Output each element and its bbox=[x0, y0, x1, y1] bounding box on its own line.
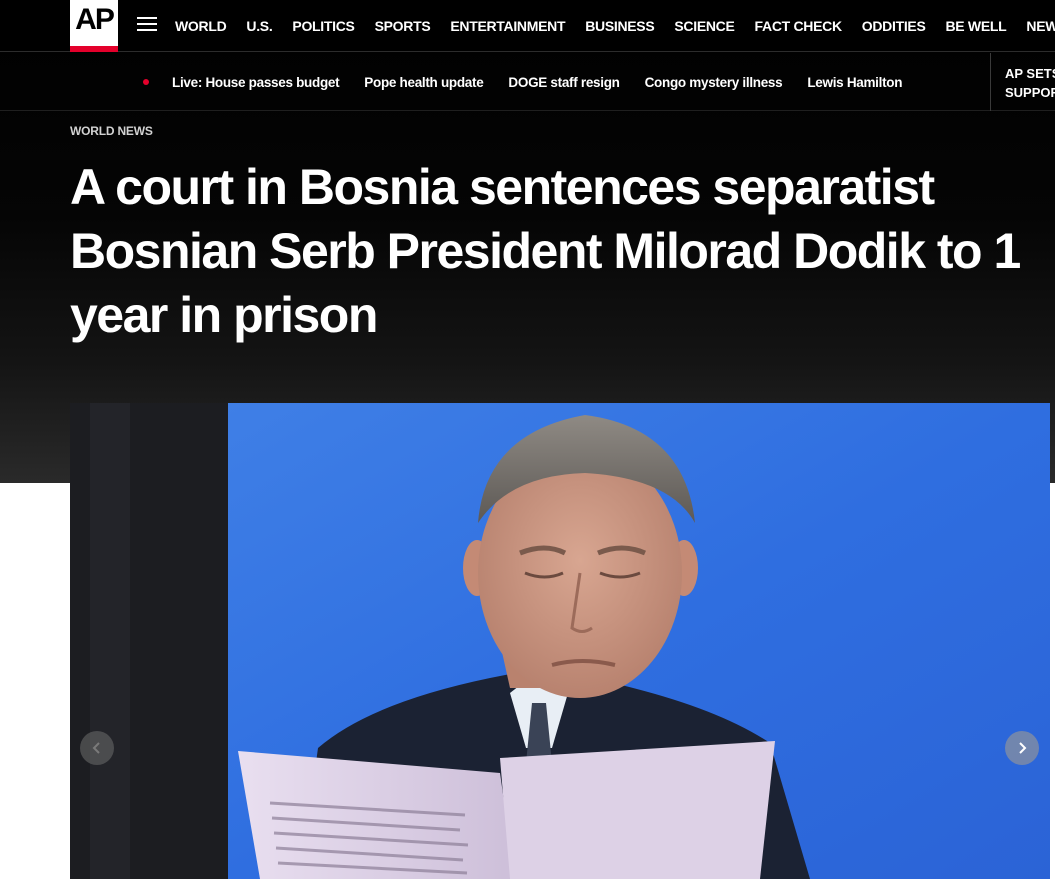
trending-item[interactable]: Live: House passes budget bbox=[172, 75, 340, 90]
promo-line-2: SUPPORT bbox=[1005, 85, 1055, 100]
nav-oddities[interactable]: ODDITIES bbox=[862, 18, 926, 34]
section-label[interactable]: WORLD NEWS bbox=[70, 124, 153, 138]
promo-line-1: AP SETS bbox=[1005, 66, 1055, 81]
main-nav: WORLD U.S. POLITICS SPORTS ENTERTAINMENT… bbox=[175, 0, 1055, 52]
nav-entertainment[interactable]: ENTERTAINMENT bbox=[450, 18, 565, 34]
nav-us[interactable]: U.S. bbox=[246, 18, 272, 34]
nav-be-well[interactable]: BE WELL bbox=[945, 18, 1006, 34]
logo-text: AP bbox=[75, 3, 115, 36]
trending-links: Live: House passes budget Pope health up… bbox=[172, 53, 927, 111]
trending-item[interactable]: Congo mystery illness bbox=[645, 75, 783, 90]
trending-item[interactable]: Pope health update bbox=[364, 75, 483, 90]
nav-newsletters[interactable]: NEWSLETTERS bbox=[1026, 18, 1055, 34]
nav-sports[interactable]: SPORTS bbox=[375, 18, 431, 34]
trending-item[interactable]: Lewis Hamilton bbox=[807, 75, 902, 90]
chevron-left-icon bbox=[92, 742, 100, 754]
live-dot-icon bbox=[143, 79, 149, 85]
nav-science[interactable]: SCIENCE bbox=[674, 18, 734, 34]
trending-item[interactable]: DOGE staff resign bbox=[508, 75, 619, 90]
hamburger-icon[interactable] bbox=[137, 17, 157, 33]
nav-fact-check[interactable]: FACT CHECK bbox=[755, 18, 843, 34]
nav-business[interactable]: BUSINESS bbox=[585, 18, 654, 34]
article-headline: A court in Bosnia sentences separatist B… bbox=[70, 159, 1021, 343]
article-page: AP WORLD U.S. POLITICS SPORTS ENTERTAINM… bbox=[0, 0, 1055, 879]
chevron-right-icon bbox=[1019, 742, 1027, 754]
top-navigation: AP WORLD U.S. POLITICS SPORTS ENTERTAINM… bbox=[0, 0, 1055, 52]
photo-illustration bbox=[70, 403, 1050, 879]
nav-politics[interactable]: POLITICS bbox=[292, 18, 354, 34]
carousel-prev-button[interactable] bbox=[80, 731, 114, 765]
lead-photo bbox=[70, 403, 1050, 879]
logo-red-bar bbox=[70, 46, 118, 52]
promo-link[interactable]: AP SETS SUPPORT bbox=[990, 53, 1055, 111]
carousel-next-button[interactable] bbox=[1005, 731, 1039, 765]
ap-logo[interactable]: AP bbox=[70, 0, 118, 52]
nav-world[interactable]: WORLD bbox=[175, 18, 227, 34]
trending-bar: Live: House passes budget Pope health up… bbox=[0, 53, 1055, 111]
